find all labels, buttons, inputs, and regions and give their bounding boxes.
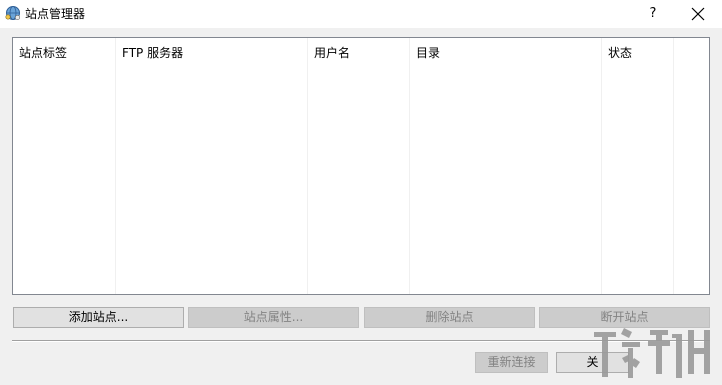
column-header-label: 状态 [608, 46, 633, 60]
site-list[interactable]: 站点标签 FTP 服务器 用户名 目录 状态 [12, 37, 710, 295]
close-icon [691, 7, 705, 21]
column-header-label: 用户名 [314, 46, 351, 60]
title-bar: 站点管理器 ? [0, 0, 722, 28]
network-globe-icon [5, 5, 21, 21]
column-header-label: 站点标签 [19, 46, 68, 60]
column-header-label: FTP 服务器 [122, 46, 184, 60]
watermark-logo [594, 328, 710, 378]
site-properties-button[interactable]: 站点属性... [188, 307, 359, 328]
add-site-button[interactable]: 添加站点... [13, 307, 184, 328]
help-button[interactable]: ? [636, 0, 670, 28]
close-button[interactable] [680, 0, 716, 28]
column-header-label: 目录 [416, 46, 441, 60]
column-username[interactable]: 用户名 [308, 38, 410, 294]
window-title: 站点管理器 [25, 7, 86, 21]
column-site-label[interactable]: 站点标签 [13, 38, 116, 294]
column-directory[interactable]: 目录 [410, 38, 602, 294]
column-status[interactable]: 状态 [602, 38, 674, 294]
reconnect-button[interactable]: 重新连接 [475, 352, 548, 373]
delete-site-button[interactable]: 删除站点 [364, 307, 535, 328]
column-ftp-server[interactable]: FTP 服务器 [116, 38, 308, 294]
